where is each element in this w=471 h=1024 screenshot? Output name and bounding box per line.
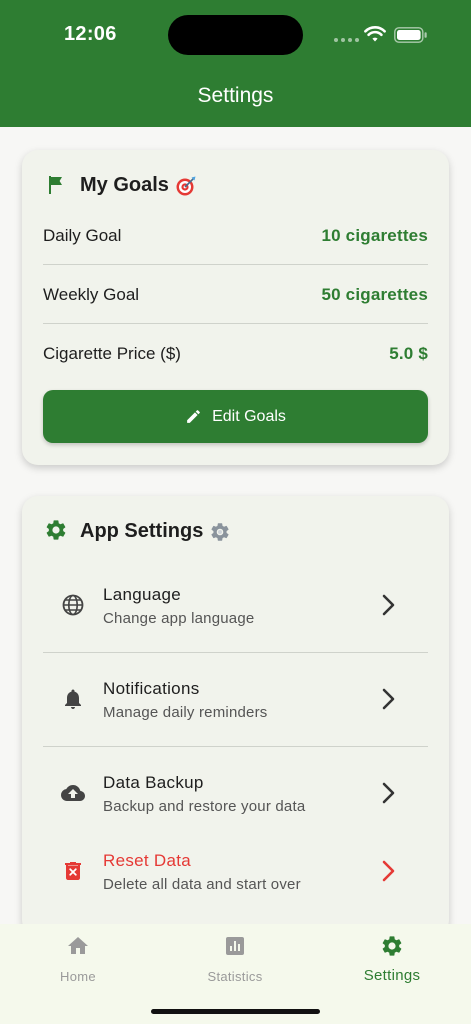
- daily-goal-value: 10 cigarettes: [321, 225, 428, 245]
- pencil-icon: [187, 410, 200, 423]
- nav-home-label: Home: [60, 969, 96, 984]
- nav-settings[interactable]: Settings: [332, 934, 452, 984]
- bell-icon: [65, 689, 81, 709]
- reset-data-subtitle: Delete all data and start over: [103, 876, 301, 893]
- language-subtitle: Change app language: [103, 610, 255, 627]
- divider: [43, 652, 428, 653]
- battery-icon: [394, 27, 427, 43]
- language-title: Language: [103, 585, 182, 604]
- gear-emoji-icon: [211, 522, 229, 541]
- page-title: Settings: [197, 84, 274, 107]
- app-header: 12:06 Settings: [0, 0, 471, 127]
- notifications-subtitle: Manage daily reminders: [103, 704, 268, 721]
- data-backup-title: Data Backup: [103, 773, 204, 792]
- chevron-right-icon: [382, 688, 395, 710]
- statistics-icon: [226, 937, 244, 955]
- cellular-signal-icon: [334, 38, 359, 42]
- goals-card: My Goals Daily Goal 10 cigarettes Weekly…: [22, 150, 449, 465]
- gear-icon: [46, 520, 66, 540]
- home-indicator[interactable]: [151, 1009, 320, 1014]
- notifications-title: Notifications: [103, 679, 200, 698]
- reset-data-setting[interactable]: Reset Data Delete all data and start ove…: [43, 832, 428, 918]
- reset-data-title: Reset Data: [103, 851, 192, 870]
- app-settings-card: App Settings Language Change app languag…: [22, 496, 449, 936]
- nav-statistics-label: Statistics: [207, 969, 263, 984]
- notifications-setting[interactable]: Notifications Manage daily reminders: [43, 660, 428, 746]
- gear-icon: [382, 936, 402, 956]
- chevron-right-icon: [382, 860, 395, 882]
- cigarette-price-row: Cigarette Price ($) 5.0 $: [43, 324, 428, 383]
- weekly-goal-value: 50 cigarettes: [321, 284, 428, 304]
- language-setting[interactable]: Language Change app language: [43, 566, 428, 652]
- cloud-upload-icon: [61, 785, 85, 801]
- wifi-icon: [364, 26, 386, 42]
- goals-title: My Goals: [80, 174, 197, 197]
- delete-icon: [65, 862, 81, 880]
- dynamic-island: [168, 15, 303, 55]
- flag-icon: [49, 176, 62, 194]
- chevron-right-icon: [382, 782, 395, 804]
- nav-statistics[interactable]: Statistics: [175, 934, 295, 984]
- weekly-goal-row: Weekly Goal 50 cigarettes: [43, 265, 428, 324]
- edit-goals-label: Edit Goals: [212, 407, 286, 425]
- home-icon: [68, 937, 88, 954]
- divider: [43, 746, 428, 747]
- edit-goals-button[interactable]: Edit Goals: [43, 390, 428, 443]
- target-icon: [176, 176, 196, 195]
- weekly-goal-label: Weekly Goal: [43, 284, 140, 304]
- data-backup-subtitle: Backup and restore your data: [103, 798, 306, 815]
- data-backup-setting[interactable]: Data Backup Backup and restore your data: [43, 754, 428, 840]
- status-time: 12:06: [64, 23, 117, 45]
- daily-goal-row: Daily Goal 10 cigarettes: [43, 206, 428, 265]
- daily-goal-label: Daily Goal: [43, 225, 122, 245]
- app-settings-title: App Settings: [80, 520, 231, 543]
- globe-icon: [62, 594, 84, 616]
- cigarette-price-value: 5.0 $: [389, 343, 428, 363]
- nav-home[interactable]: Home: [18, 934, 138, 984]
- cigarette-price-label: Cigarette Price ($): [43, 343, 181, 363]
- nav-settings-label: Settings: [363, 967, 421, 984]
- chevron-right-icon: [382, 594, 395, 616]
